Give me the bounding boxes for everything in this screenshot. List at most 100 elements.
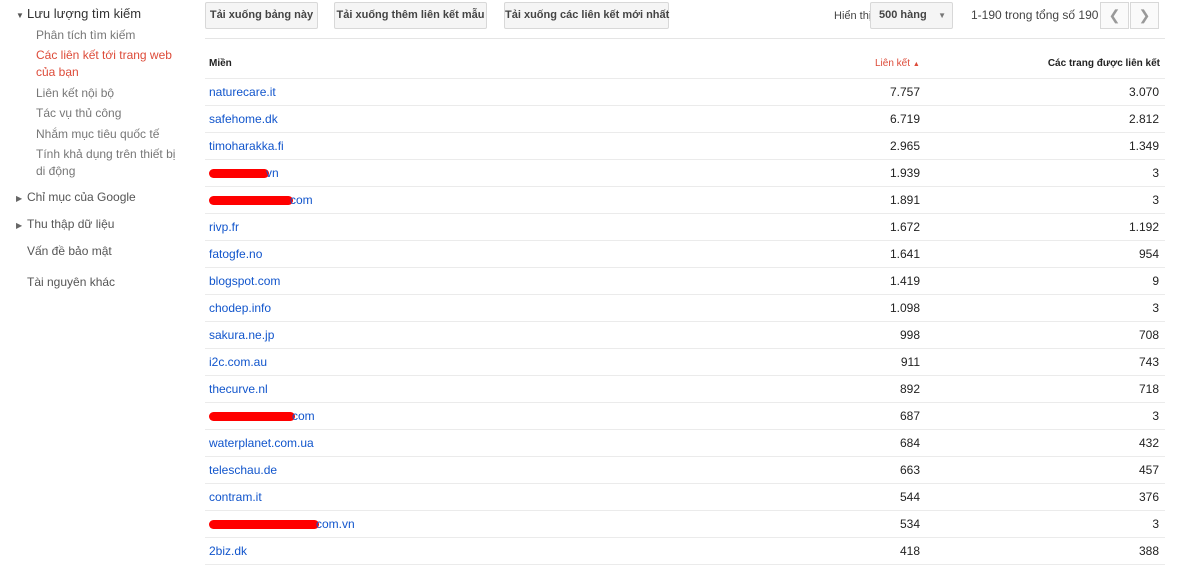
links-count: 684 <box>899 436 920 450</box>
table-row: com 687 3 <box>205 403 1165 430</box>
domain-text: blogspot.com <box>209 274 281 288</box>
next-page-button[interactable]: ❯ <box>1130 2 1159 29</box>
sidebar-item-search-analytics[interactable]: Phân tích tìm kiếm <box>36 27 135 44</box>
links-count: 6.719 <box>889 112 920 126</box>
links-count: 911 <box>900 355 920 369</box>
table-row: com.vn 534 3 <box>205 511 1165 538</box>
linked-pages-count: 1.349 <box>1128 139 1159 153</box>
prev-page-button[interactable]: ❮ <box>1100 2 1129 29</box>
links-count: 1.641 <box>889 247 920 261</box>
download-latest-links-button[interactable]: Tải xuống các liên kết mới nhất <box>504 2 669 29</box>
linked-pages-count: 3 <box>1152 166 1159 180</box>
table-row: vn 1.939 3 <box>205 160 1165 187</box>
triangle-right-icon: ▶ <box>16 194 23 203</box>
linked-pages-count: 1.192 <box>1128 220 1159 234</box>
table-row: blogspot.com 1.419 9 <box>205 268 1165 295</box>
nav-search-traffic[interactable]: ▼ Lưu lượng tìm kiếm <box>16 6 141 21</box>
column-header-links-label: Liên kết <box>875 58 911 69</box>
column-header-domain[interactable]: Miền <box>209 58 232 69</box>
nav-security-issues[interactable]: Vấn đề bảo mật <box>27 244 112 258</box>
links-count: 1.098 <box>889 301 920 315</box>
linked-pages-count: 432 <box>1138 436 1159 450</box>
domain-text: sakura.ne.jp <box>209 328 275 342</box>
redaction-mark <box>209 169 269 179</box>
domain-link[interactable]: waterplanet.com.ua <box>209 436 314 450</box>
domain-link[interactable]: com.vn <box>209 517 355 531</box>
linked-pages-count: 743 <box>1138 355 1159 369</box>
pagination-range: 1-190 trong tổng số 190 <box>971 8 1099 22</box>
linked-pages-count: 9 <box>1152 274 1159 288</box>
domain-link[interactable]: timoharakka.fi <box>209 139 284 153</box>
domain-link[interactable]: blogspot.com <box>209 274 280 288</box>
nav-google-index[interactable]: ▶ Chỉ mục của Google <box>16 190 136 204</box>
rows-per-page-value: 500 hàng <box>879 9 927 21</box>
sidebar-item-international-targeting[interactable]: Nhắm mục tiêu quốc tế <box>36 126 159 143</box>
sidebar-item-mobile-usability[interactable]: Tính khả dụng trên thiết bị di động <box>36 146 181 180</box>
domain-link[interactable]: com <box>209 409 315 423</box>
domain-link[interactable]: thecurve.nl <box>209 382 268 396</box>
domain-link[interactable]: 2biz.dk <box>209 544 247 558</box>
chevron-right-icon: ❯ <box>1138 7 1151 23</box>
nav-google-index-label: Chỉ mục của Google <box>27 190 136 204</box>
domain-link[interactable]: contram.it <box>209 490 262 504</box>
domain-link[interactable]: fatogfe.no <box>209 247 262 261</box>
domain-text: 2biz.dk <box>209 544 248 558</box>
table-row: chodep.info 1.098 3 <box>205 295 1165 322</box>
links-count: 1.672 <box>889 220 920 234</box>
table-row: com 1.891 3 <box>205 187 1165 214</box>
links-count: 663 <box>899 463 920 477</box>
column-header-links[interactable]: Liên kết ▲ <box>875 58 920 69</box>
download-more-links-button[interactable]: Tải xuống thêm liên kết mẫu <box>334 2 487 29</box>
download-table-button[interactable]: Tải xuống bảng này <box>205 2 318 29</box>
domain-text: thecurve.nl <box>209 382 268 396</box>
sidebar-item-internal-links[interactable]: Liên kết nội bộ <box>36 85 114 102</box>
domain-link[interactable]: com <box>209 193 313 207</box>
domain-link[interactable]: rivp.fr <box>209 220 239 234</box>
links-count: 1.891 <box>889 193 920 207</box>
domain-text: com <box>292 409 315 423</box>
linked-pages-count: 3 <box>1152 193 1159 207</box>
sidebar-item-manual-actions[interactable]: Tác vụ thủ công <box>36 105 121 122</box>
linked-pages-count: 3 <box>1152 301 1159 315</box>
chevron-left-icon: ❮ <box>1108 7 1121 23</box>
domain-link[interactable]: i2c.com.au <box>209 355 267 369</box>
nav-crawl[interactable]: ▶ Thu thập dữ liệu <box>16 217 114 231</box>
nav-search-traffic-label: Lưu lượng tìm kiếm <box>27 6 142 21</box>
domain-link[interactable]: naturecare.it <box>209 85 276 99</box>
nav-other-resources[interactable]: Tài nguyên khác <box>27 275 115 289</box>
domain-text: waterplanet.com.ua <box>209 436 314 450</box>
domain-text: vn <box>266 166 279 180</box>
domain-text: naturecare.it <box>209 85 276 99</box>
domain-link[interactable]: safehome.dk <box>209 112 278 126</box>
domain-link[interactable]: vn <box>209 166 279 180</box>
links-count: 418 <box>899 544 920 558</box>
column-header-linked-pages[interactable]: Các trang được liên kết <box>1048 58 1160 69</box>
domain-text: com <box>290 193 313 207</box>
linked-pages-count: 388 <box>1138 544 1159 558</box>
links-count: 1.939 <box>889 166 920 180</box>
links-count: 1.419 <box>889 274 920 288</box>
domain-link[interactable]: teleschau.de <box>209 463 277 477</box>
linked-pages-count: 708 <box>1138 328 1159 342</box>
table-row: contram.it 544 376 <box>205 484 1165 511</box>
table-row: fatogfe.no 1.641 954 <box>205 241 1165 268</box>
table-row: waterplanet.com.ua 684 432 <box>205 430 1165 457</box>
linked-pages-count: 3 <box>1152 409 1159 423</box>
rows-per-page-select[interactable]: 500 hàng ▼ <box>870 2 953 29</box>
linked-pages-count: 954 <box>1138 247 1159 261</box>
redaction-mark <box>209 412 295 422</box>
show-rows-label: Hiển thị <box>834 10 872 22</box>
sidebar-item-links-to-site[interactable]: Các liên kết tới trang web của bạn <box>36 47 186 81</box>
toolbar-divider <box>205 38 1165 39</box>
linked-pages-count: 3.070 <box>1128 85 1159 99</box>
domain-link[interactable]: sakura.ne.jp <box>209 328 274 342</box>
table-row: naturecare.it 7.757 3.070 <box>205 79 1165 106</box>
links-count: 534 <box>899 517 920 531</box>
linked-pages-count: 718 <box>1138 382 1159 396</box>
redaction-mark <box>209 196 293 206</box>
links-count: 544 <box>899 490 920 504</box>
domain-text: rivp.fr <box>209 220 239 234</box>
domain-text: fatogfe.no <box>209 247 263 261</box>
linked-pages-count: 3 <box>1152 517 1159 531</box>
domain-link[interactable]: chodep.info <box>209 301 271 315</box>
